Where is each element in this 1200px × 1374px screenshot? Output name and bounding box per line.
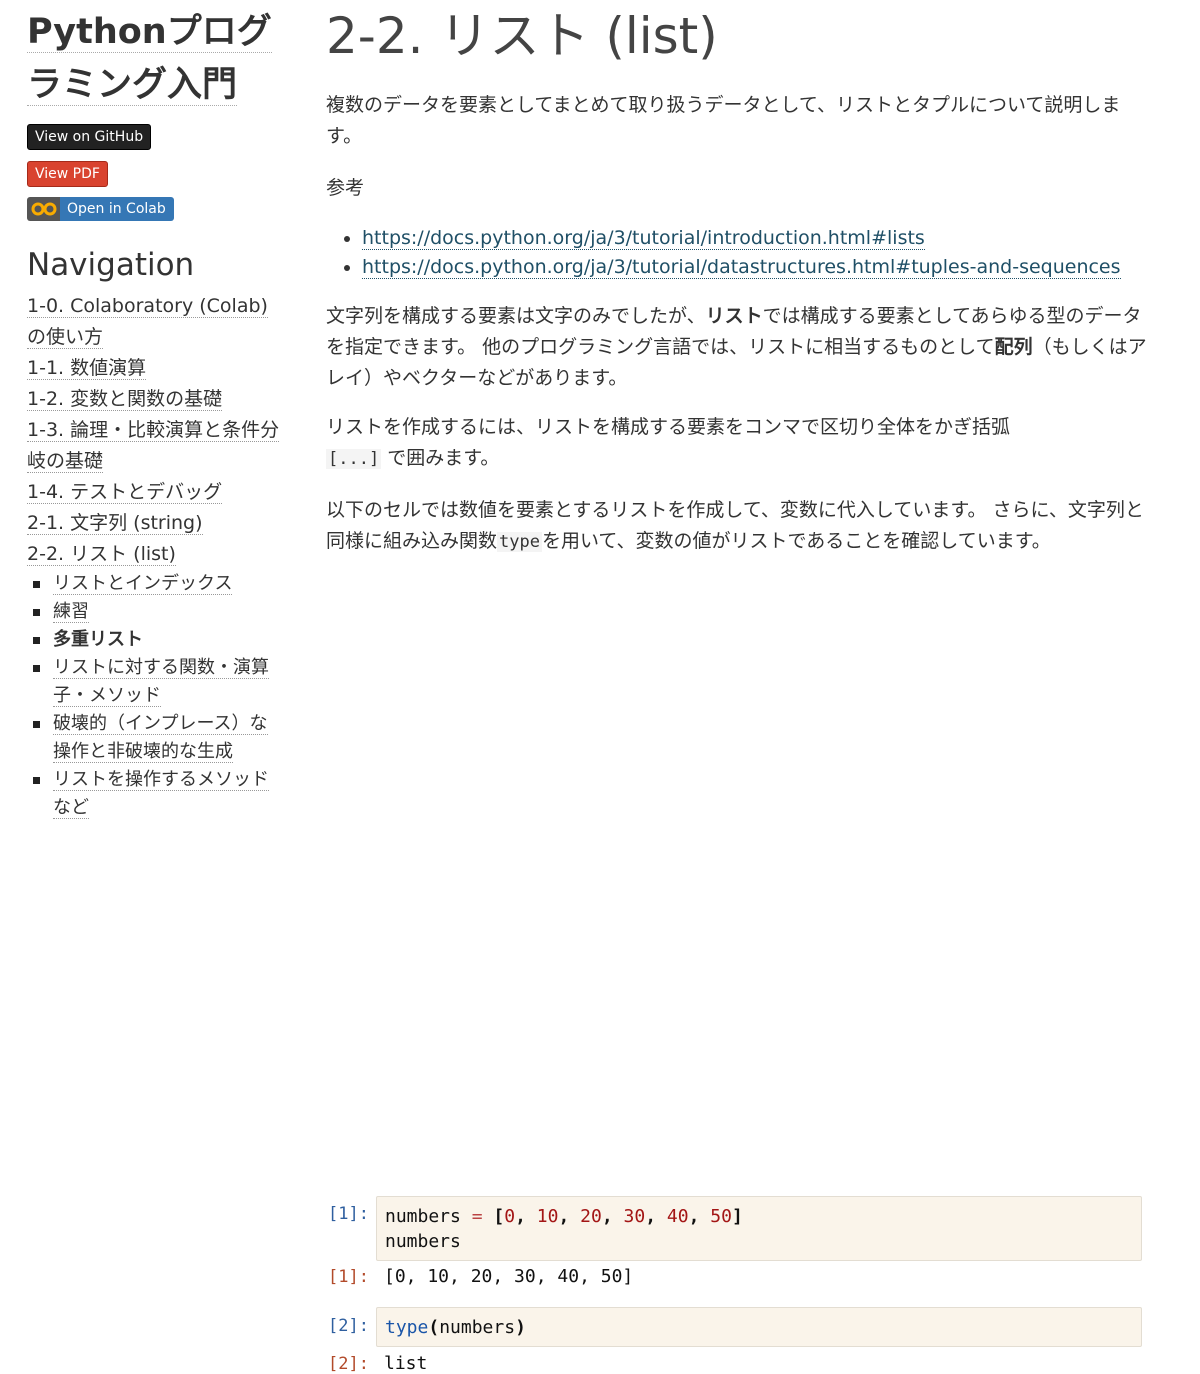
reference-item: https://docs.python.org/ja/3/tutorial/in…: [362, 224, 1148, 253]
reference-link[interactable]: https://docs.python.org/ja/3/tutorial/in…: [362, 227, 925, 250]
cell-1-input-prompt: [1]:: [328, 1204, 369, 1224]
cell-2-code-input[interactable]: type(numbers): [376, 1307, 1142, 1347]
open-in-colab-label: Open in Colab: [60, 197, 174, 221]
nav-item-1-4[interactable]: 1-4. テストとデバッグ: [27, 477, 282, 508]
list-creation-paragraph: リストを作成するには、リストを構成する要素をコンマで区切り全体をかぎ括弧 [...…: [326, 416, 1011, 469]
navigation-heading: Navigation: [27, 247, 195, 283]
type-code: type: [497, 532, 542, 552]
cell-description-paragraph: 以下のセルでは数値を要素とするリストを作成して、変数に代入しています。 さらに、…: [326, 499, 1144, 552]
site-title[interactable]: Pythonプログ ラミング入門: [27, 6, 282, 112]
site-title-line-1[interactable]: Pythonプログ: [27, 12, 272, 53]
page-title: 2-2. リスト (list): [326, 7, 718, 65]
nav-item-1-2[interactable]: 1-2. 変数と関数の基礎: [27, 384, 282, 415]
cell-1-output: [0, 10, 20, 30, 40, 50]: [384, 1266, 634, 1287]
main-content: 2-2. リスト (list) 複数のデータを要素としてまとめて取り扱うデータと…: [326, 0, 1148, 1374]
intro-paragraph: 複数のデータを要素としてまとめて取り扱うデータとして、リストとタプルについて説明…: [326, 94, 1121, 147]
cell-1-output-prompt: [1]:: [328, 1267, 369, 1287]
reference-item: https://docs.python.org/ja/3/tutorial/da…: [362, 253, 1148, 282]
reference-label: 参考: [326, 177, 365, 199]
cell-2-output-prompt: [2]:: [328, 1354, 369, 1374]
nav-item-2-2[interactable]: 2-2. リスト (list) リストとインデックス 練習 多重リスト リストに…: [27, 539, 282, 822]
sub-nav-item[interactable]: リストを操作するメソッドなど: [33, 766, 282, 822]
view-on-github-button[interactable]: View on GitHub: [27, 124, 152, 150]
cell-2-output: list: [384, 1353, 428, 1374]
view-pdf-button[interactable]: View PDF: [27, 161, 108, 187]
list-term: リスト: [705, 305, 763, 327]
cell-1-code-input[interactable]: numbers = [0, 10, 20, 30, 40, 50] number…: [376, 1196, 1142, 1261]
nav-item-1-1[interactable]: 1-1. 数値演算: [27, 353, 282, 384]
list-description-paragraph: 文字列を構成する要素は文字のみでしたが、リストでは構成する要素としてあらゆる型の…: [326, 305, 1147, 389]
nav-item-2-1[interactable]: 2-1. 文字列 (string): [27, 508, 282, 539]
sub-navigation-list: リストとインデックス 練習 多重リスト リストに対する関数・演算子・メソッド 破…: [27, 570, 282, 822]
nav-item-1-3[interactable]: 1-3. 論理・比較演算と条件分岐の基礎: [27, 415, 282, 477]
open-in-colab-button[interactable]: Open in Colab: [27, 197, 174, 221]
site-title-line-2[interactable]: ラミング入門: [27, 65, 238, 106]
nav-item-1-0[interactable]: 1-0. Colaboratory (Colab)の使い方: [27, 291, 282, 353]
sub-nav-item[interactable]: リストとインデックス: [33, 570, 282, 598]
colab-logo-icon: [27, 197, 60, 221]
sub-nav-item[interactable]: リストに対する関数・演算子・メソッド: [33, 654, 282, 710]
sub-nav-item-current[interactable]: 多重リスト: [33, 626, 282, 654]
sub-nav-item[interactable]: 練習: [33, 598, 282, 626]
brackets-code: [...]: [326, 449, 382, 469]
navigation-list: 1-0. Colaboratory (Colab)の使い方 1-1. 数値演算 …: [27, 291, 282, 822]
sub-nav-item[interactable]: 破壊的（インプレース）な操作と非破壊的な生成: [33, 710, 282, 766]
array-term: 配列: [994, 336, 1033, 358]
reference-list: https://docs.python.org/ja/3/tutorial/in…: [326, 224, 1148, 282]
sidebar: Pythonプログ ラミング入門 View on GitHub View PDF…: [27, 6, 282, 822]
cell-2-input-prompt: [2]:: [328, 1316, 369, 1336]
reference-link[interactable]: https://docs.python.org/ja/3/tutorial/da…: [362, 256, 1121, 279]
